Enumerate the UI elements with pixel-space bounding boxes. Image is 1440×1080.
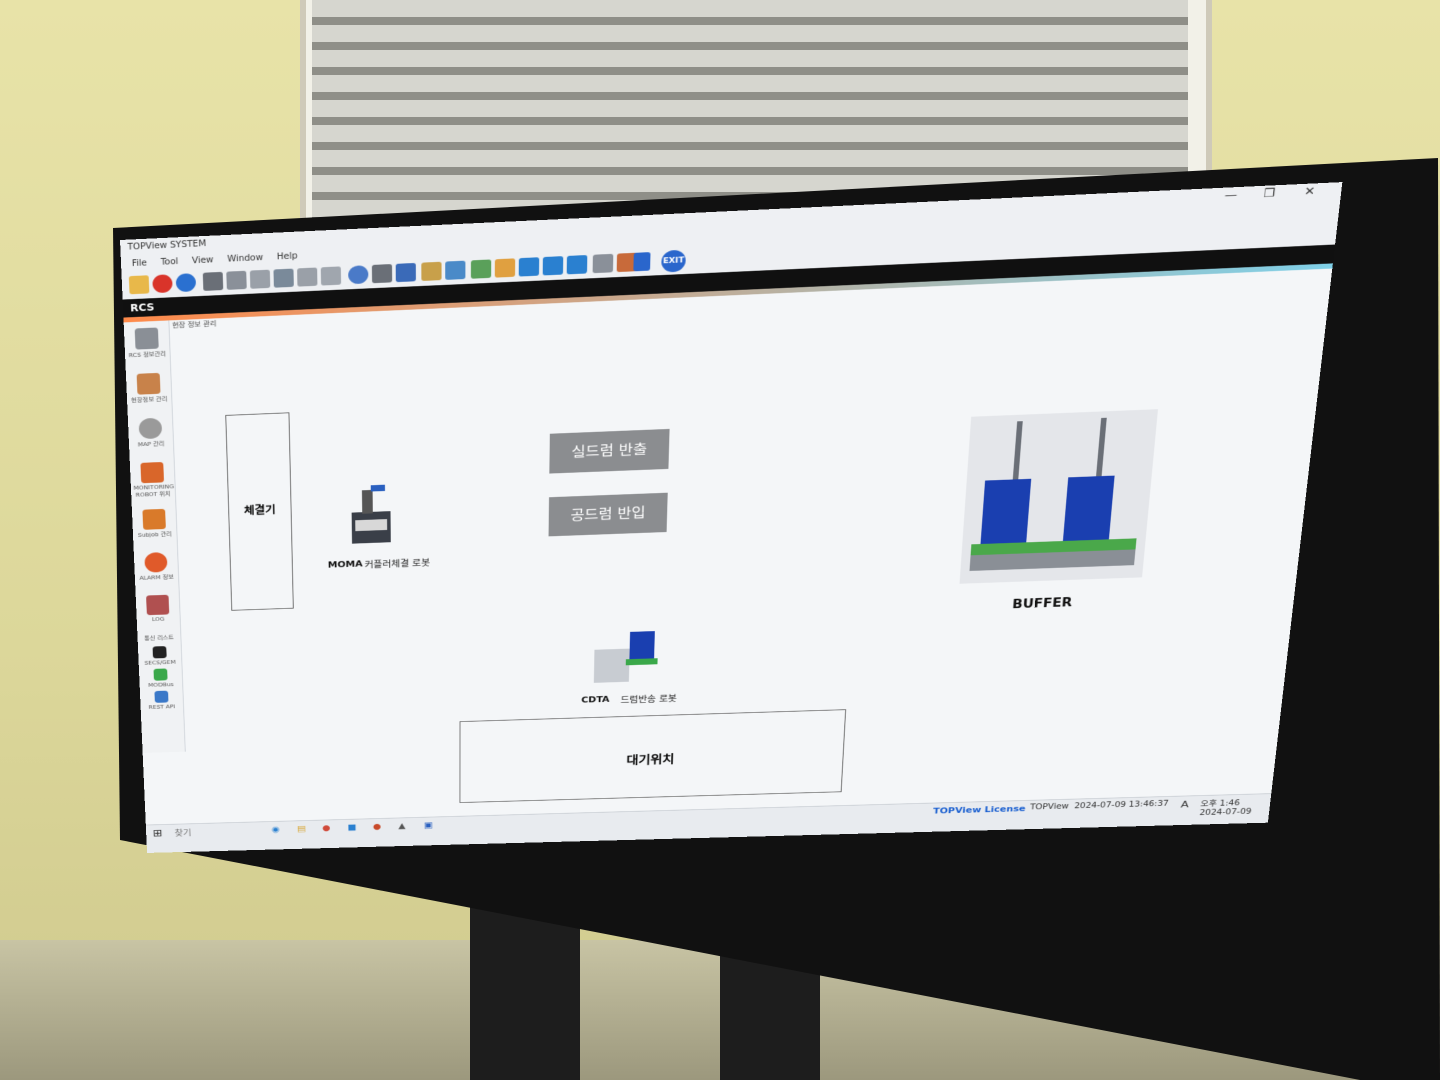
sidebar-item-label: MONITORING ROBOT 위치 (133, 483, 175, 499)
search-icon[interactable] (273, 268, 294, 288)
sidebar-item-log[interactable]: LOG (138, 594, 177, 623)
sidebar-item-label: MODBus (148, 681, 174, 689)
buffer-station-icon[interactable] (959, 409, 1159, 584)
edit-icon[interactable] (249, 269, 271, 289)
grid-icon[interactable] (226, 270, 247, 290)
document-icon (134, 327, 159, 350)
report-icon[interactable] (320, 266, 342, 286)
sidebar-item-secs-gem[interactable]: SECS/GEM (141, 646, 179, 667)
menu-file[interactable]: File (132, 259, 147, 269)
arrow-left-icon[interactable] (542, 256, 564, 276)
app-icon[interactable]: ■ (348, 822, 357, 832)
minimize-icon[interactable]: — (1224, 189, 1238, 203)
arrow-right-icon[interactable] (566, 255, 588, 275)
moma-robot-icon[interactable] (344, 479, 398, 551)
moma-code: MOMA (327, 558, 363, 570)
window-title: TOPView SYSTEM (127, 239, 207, 253)
list-icon[interactable] (297, 267, 318, 287)
monitor-icon (140, 461, 165, 484)
rcs-title: RCS (129, 301, 155, 314)
sidebar-item-label: LOG (151, 616, 165, 623)
sidebar-item-label: 현장정보 관리 (130, 395, 168, 404)
sidebar-item-rcs-info[interactable]: RCS 정보관리 (127, 327, 168, 360)
buffer-label: BUFFER (1011, 595, 1073, 612)
folder-icon[interactable] (421, 261, 442, 282)
layout-icon[interactable] (633, 252, 651, 272)
windows-icon[interactable] (395, 262, 416, 283)
comm-list-title: 통신 리스트 (144, 634, 174, 642)
start-icon[interactable]: ⊞ (153, 828, 163, 840)
arrow-up-icon[interactable] (518, 257, 540, 277)
sidebar-item-label: ALARM 정보 (139, 574, 174, 582)
sidebar-item-monitoring[interactable]: MONITORING ROBOT 위치 (132, 461, 175, 499)
fastener-station-label: 체결기 (243, 503, 276, 517)
add-icon[interactable] (470, 259, 492, 279)
status-app: TOPView (1029, 802, 1070, 812)
sidebar-item-modbus[interactable]: MODBus (142, 668, 180, 688)
robot-arm-icon (136, 372, 161, 395)
empty-drum-in-button[interactable]: 공드럼 반입 (548, 492, 668, 537)
menu-view[interactable]: View (192, 256, 214, 266)
standby-label: 대기위치 (626, 752, 675, 767)
alarm-icon (144, 552, 168, 573)
standby-area[interactable]: 대기위치 (459, 709, 847, 803)
clock-date[interactable]: 2024-07-09 (1199, 808, 1252, 818)
cdta-code: CDTA (581, 694, 610, 705)
sidebar-item-alarm[interactable]: ALARM 정보 (136, 552, 175, 582)
modbus-icon (153, 668, 168, 681)
powerpoint-icon[interactable]: ● (373, 822, 381, 832)
secs-gem-icon (152, 646, 167, 659)
log-icon (146, 594, 170, 616)
search-input[interactable]: 찾기 (174, 827, 191, 839)
sidebar-item-site-info[interactable]: 현장정보 관리 (129, 372, 169, 404)
wrench-icon (142, 508, 166, 530)
sidebar-item-subjob[interactable]: Subjob 관리 (135, 508, 175, 540)
stop-icon[interactable] (152, 274, 173, 294)
note-icon[interactable] (494, 258, 516, 278)
cdta-robot-icon[interactable] (590, 625, 662, 688)
open-icon[interactable] (128, 275, 150, 295)
ime-indicator[interactable]: A (1180, 799, 1189, 810)
play-icon[interactable] (175, 273, 197, 293)
moma-desc: 커플러체결 로봇 (364, 557, 431, 571)
globe-icon[interactable] (348, 265, 369, 285)
sidebar-item-label: SECS/GEM (144, 659, 176, 667)
topview-app-icon[interactable]: ▣ (424, 820, 433, 830)
site-map-canvas: 체결기 MOMA 커플러체결 로봇 실드럼 반출 공드럼 반입 BUFFER C… (171, 277, 1332, 803)
license-link[interactable]: TOPView License (933, 804, 1026, 816)
monitor-icon[interactable] (371, 264, 393, 284)
map-icon (138, 417, 163, 440)
network-app-icon[interactable]: ▲ (398, 821, 405, 830)
copy-icon[interactable] (592, 253, 614, 274)
sidebar-item-label: Subjob 관리 (137, 531, 172, 539)
camera-icon[interactable] (202, 271, 224, 291)
explorer-icon[interactable]: ▤ (297, 824, 306, 834)
sidebar-item-map[interactable]: MAP 관리 (131, 417, 171, 449)
mail-icon[interactable] (445, 260, 466, 280)
full-drum-out-button[interactable]: 실드럼 반출 (549, 428, 670, 474)
exit-button[interactable]: EXIT (661, 249, 686, 273)
screen: TOPView SYSTEM — ❐ ✕ File Tool View Wind… (120, 182, 1343, 853)
status-timestamp: 2024-07-09 13:46:37 (1073, 799, 1170, 811)
close-icon[interactable]: ✕ (1304, 185, 1316, 199)
clock-time[interactable]: 오후 1:46 (1200, 796, 1241, 808)
menu-window[interactable]: Window (227, 253, 263, 264)
sidebar-item-label: REST API (148, 703, 176, 711)
rest-api-icon (154, 690, 169, 703)
edge-icon[interactable]: ◉ (272, 824, 280, 833)
menu-help[interactable]: Help (277, 252, 298, 262)
sidebar-item-label: RCS 정보관리 (128, 350, 167, 359)
cdta-desc: 드럼반송 로봇 (620, 693, 677, 706)
chrome-icon[interactable]: ● (322, 823, 330, 832)
menu-tool[interactable]: Tool (161, 257, 179, 267)
sidebar-item-rest-api[interactable]: REST API (142, 690, 180, 710)
fastener-station[interactable]: 체결기 (225, 412, 294, 611)
sidebar-item-label: MAP 관리 (137, 440, 165, 448)
restore-icon[interactable]: ❐ (1263, 187, 1276, 201)
